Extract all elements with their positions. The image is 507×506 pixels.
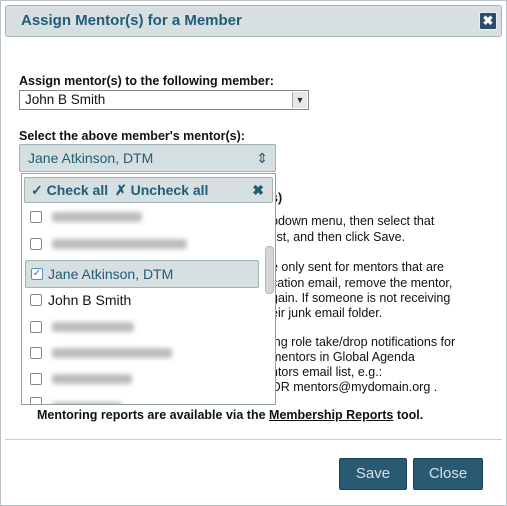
chevron-down-icon[interactable]: ▼	[292, 92, 307, 108]
close-icon[interactable]: ✖	[479, 12, 497, 30]
list-item[interactable]: ✓ Jane Atkinson, DTM	[25, 260, 259, 288]
instruction-line: eir junk email folder.	[271, 306, 383, 320]
dialog-title: Assign Mentor(s) for a Member	[21, 12, 242, 29]
instruction-line: mentors in Global Agenda	[271, 350, 415, 364]
check-all-button[interactable]: ✓ Check all	[31, 178, 108, 202]
redacted-name	[52, 212, 142, 222]
instruction-line: e only sent for mentors that are	[271, 260, 445, 274]
mentor-dropdown-list: ✓ Check all ✗ Uncheck all ✖ ✓ Jane Atkin…	[21, 173, 276, 405]
dropdown-header: ✓ Check all ✗ Uncheck all ✖	[24, 177, 273, 203]
redacted-name	[52, 348, 172, 358]
list-item[interactable]	[22, 340, 259, 366]
redacted-name	[52, 322, 134, 332]
list-item[interactable]	[22, 231, 259, 257]
list-item[interactable]	[22, 366, 259, 392]
instruction-line: ntors email list, e.g.:	[271, 365, 383, 379]
member-select[interactable]: John B Smith ▼	[19, 90, 309, 110]
mentors-label: Select the above member's mentor(s):	[19, 129, 245, 143]
reports-note-suffix: tool.	[393, 408, 424, 422]
reports-note-prefix: Mentoring reports are available via the	[37, 408, 270, 422]
instruction-line: gain. If someone is not receiving	[271, 291, 451, 305]
list-item[interactable]	[22, 390, 259, 404]
footer-divider	[5, 439, 502, 440]
reports-note: Mentoring reports are available via the …	[37, 408, 423, 422]
checkbox[interactable]	[30, 211, 42, 223]
checkbox[interactable]	[30, 347, 42, 359]
list-item-label: John B Smith	[48, 292, 132, 308]
dialog-titlebar: Assign Mentor(s) for a Member ✖	[5, 5, 502, 37]
checkbox[interactable]	[30, 373, 42, 385]
redacted-name	[52, 239, 187, 249]
assign-mentors-dialog: Assign Mentor(s) for a Member ✖ Assign m…	[0, 0, 507, 506]
list-item[interactable]	[22, 204, 259, 230]
instruction-line: cation email, remove the mentor,	[271, 276, 453, 290]
close-icon[interactable]: ✖	[252, 178, 264, 202]
checkbox[interactable]	[30, 321, 42, 333]
uncheck-all-button[interactable]: ✗ Uncheck all	[115, 178, 208, 202]
checkbox[interactable]	[30, 238, 42, 250]
checkbox-checked[interactable]: ✓	[31, 268, 43, 280]
dropdown-scrollbar[interactable]	[264, 204, 274, 402]
mentor-multiselect-value: Jane Atkinson, DTM	[28, 150, 154, 166]
list-item[interactable]: John B Smith	[22, 287, 259, 313]
list-item[interactable]	[22, 314, 259, 340]
instruction-line: ing role take/drop notifications for	[271, 335, 456, 349]
instruction-line: pdown menu, then select that	[271, 214, 435, 228]
redacted-name	[52, 402, 122, 404]
redacted-name	[52, 374, 132, 384]
updown-arrows-icon: ⇕	[256, 150, 268, 166]
instruction-line: list, and then click Save.	[271, 230, 406, 244]
scrollbar-thumb[interactable]	[265, 246, 274, 294]
instruction-line: OR mentors@mydomain.org .	[271, 380, 438, 394]
save-button[interactable]: Save	[339, 458, 407, 490]
close-button[interactable]: Close	[413, 458, 483, 490]
member-select-value: John B Smith	[25, 92, 106, 107]
list-item-label: Jane Atkinson, DTM	[48, 266, 174, 282]
member-label: Assign mentor(s) to the following member…	[19, 74, 274, 88]
checkbox[interactable]	[30, 294, 42, 306]
mentor-multiselect[interactable]: Jane Atkinson, DTM ⇕	[19, 144, 276, 172]
checkbox[interactable]	[30, 397, 42, 404]
membership-reports-link[interactable]: Membership Reports	[269, 408, 393, 422]
